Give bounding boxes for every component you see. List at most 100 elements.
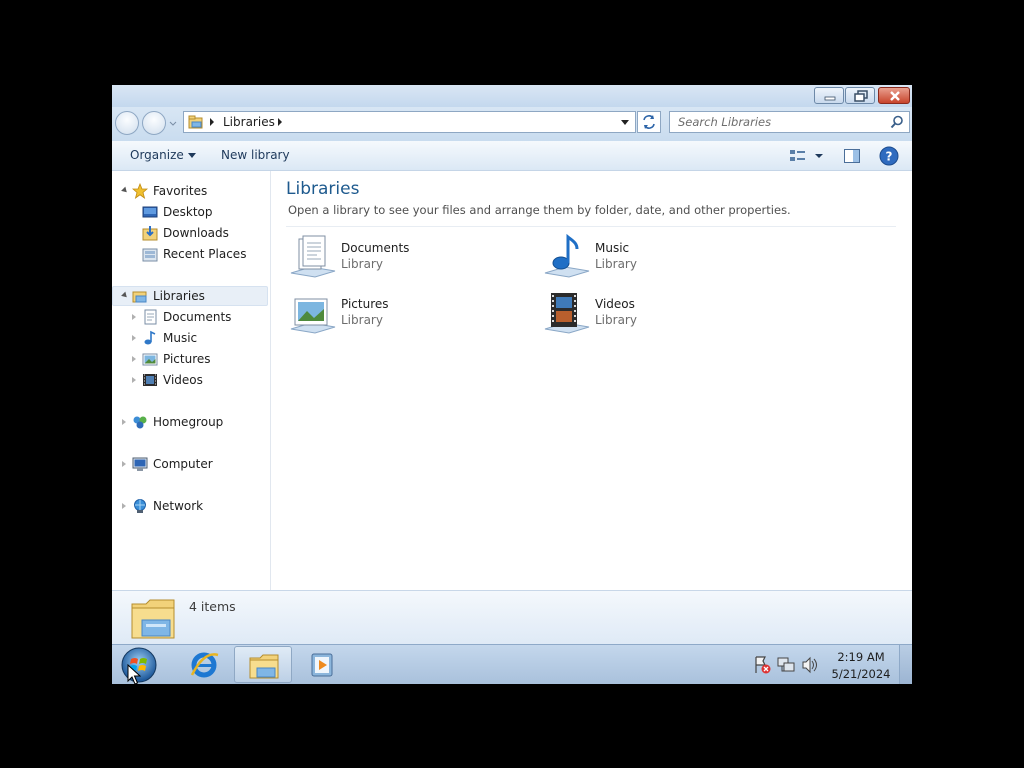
videos-library-icon [544, 293, 590, 334]
search-box[interactable] [669, 111, 910, 133]
downloads-icon [142, 226, 158, 241]
content-area: Libraries Open a library to see your fil… [271, 171, 912, 590]
address-bar[interactable]: Libraries [183, 111, 636, 133]
expand-arrow-icon[interactable] [132, 356, 136, 362]
show-desktop-button[interactable] [899, 645, 912, 684]
documents-icon [144, 309, 157, 325]
search-input[interactable] [670, 112, 880, 132]
library-name: Videos [595, 297, 635, 311]
network-icon [134, 499, 146, 513]
library-item-pictures[interactable]: Pictures Library [287, 289, 507, 341]
library-type: Library [341, 257, 383, 271]
expand-arrow-icon[interactable] [122, 503, 126, 509]
refresh-icon [643, 115, 655, 129]
expand-arrow-icon[interactable] [132, 335, 136, 341]
command-bar: Organize New library ? [112, 141, 912, 171]
notification-area[interactable] [752, 654, 824, 676]
nav-computer-label: Computer [153, 457, 213, 471]
title-bar[interactable] [112, 85, 912, 107]
nav-desktop-label: Desktop [163, 205, 213, 219]
nav-downloads-label: Downloads [163, 226, 229, 240]
new-library-button[interactable]: New library [221, 148, 290, 162]
recent-places-icon [142, 248, 158, 262]
libraries-icon [131, 599, 175, 639]
search-icon[interactable] [890, 115, 904, 129]
navigation-pane: Favorites Desktop Downloads Recent Place… [112, 171, 271, 590]
nav-network-label: Network [153, 499, 204, 513]
expand-arrow-icon[interactable] [121, 186, 129, 195]
taskbar-windows-explorer[interactable] [234, 646, 292, 683]
nav-favorites-label: Favorites [153, 184, 208, 198]
desktop-icon [142, 206, 158, 218]
libraries-icon [132, 291, 147, 303]
library-item-music[interactable]: Music Library [541, 233, 761, 285]
volume-icon [802, 656, 817, 674]
svg-text:?: ? [886, 150, 893, 164]
organize-menu[interactable]: Organize [130, 148, 196, 162]
restore-button[interactable] [845, 87, 875, 104]
breadcrumb-arrow-icon[interactable] [276, 117, 284, 127]
page-description: Open a library to see your files and arr… [288, 203, 791, 217]
library-item-videos[interactable]: Videos Library [541, 289, 761, 341]
star-icon [132, 183, 148, 199]
expand-arrow-icon[interactable] [122, 461, 126, 467]
clock-time: 2:19 AM [837, 650, 885, 664]
address-row: Libraries [112, 107, 912, 141]
documents-library-icon [290, 235, 336, 278]
preview-pane-button[interactable] [843, 147, 861, 165]
internet-explorer-icon [190, 652, 219, 678]
library-item-documents[interactable]: Documents Library [287, 233, 507, 285]
pictures-library-icon [290, 298, 336, 334]
chevron-down-icon[interactable] [617, 114, 633, 130]
caret-down-icon [187, 153, 196, 158]
pictures-icon [142, 353, 158, 366]
clock-date: 5/21/2024 [831, 667, 891, 681]
nav-homegroup-label: Homegroup [153, 415, 224, 429]
media-player-icon [311, 653, 333, 677]
library-type: Library [595, 257, 637, 271]
action-center-icon [755, 656, 771, 674]
computer-icon [132, 457, 148, 471]
close-button[interactable] [878, 87, 910, 104]
libraries-icon [188, 115, 203, 129]
divider [286, 226, 896, 227]
minimize-button[interactable] [814, 87, 844, 104]
nav-recent-places-label: Recent Places [163, 247, 247, 261]
homegroup-icon [133, 416, 147, 429]
explorer-window: Libraries Organize New library [112, 85, 912, 684]
nav-videos-label: Videos [163, 373, 203, 387]
refresh-button[interactable] [637, 111, 661, 133]
expand-arrow-icon[interactable] [122, 419, 126, 425]
help-icon[interactable]: ? [879, 146, 899, 166]
nav-pictures-label: Pictures [163, 352, 211, 366]
expand-arrow-icon[interactable] [132, 314, 136, 320]
nav-documents-label: Documents [163, 310, 232, 324]
library-name: Music [595, 241, 630, 255]
network-status-icon [777, 657, 795, 672]
library-name: Documents [341, 241, 410, 255]
organize-label: Organize [130, 148, 184, 162]
change-view-button[interactable] [788, 147, 828, 165]
taskbar: 2:19 AM 5/21/2024 [112, 644, 912, 684]
taskbar-media-player[interactable] [293, 646, 351, 683]
details-pane: 4 items [112, 590, 912, 644]
mouse-cursor-icon [127, 664, 141, 685]
library-type: Library [341, 313, 383, 327]
system-clock[interactable]: 2:19 AM 5/21/2024 [828, 649, 894, 683]
videos-icon [143, 374, 157, 386]
breadcrumb-arrow-icon[interactable] [208, 117, 216, 127]
expand-arrow-icon[interactable] [132, 377, 136, 383]
back-button[interactable] [115, 111, 139, 135]
forward-button[interactable] [142, 111, 166, 135]
music-icon [144, 330, 156, 345]
windows-explorer-icon [249, 654, 279, 679]
item-count: 4 items [189, 599, 236, 614]
nav-libraries-label: Libraries [153, 289, 205, 303]
page-title: Libraries [286, 179, 360, 199]
nav-music-label: Music [163, 331, 198, 345]
recent-pages-dropdown[interactable] [169, 117, 177, 129]
library-type: Library [595, 313, 637, 327]
taskbar-internet-explorer[interactable] [175, 646, 233, 683]
breadcrumb-libraries[interactable]: Libraries [223, 115, 275, 129]
music-library-icon [544, 233, 590, 278]
